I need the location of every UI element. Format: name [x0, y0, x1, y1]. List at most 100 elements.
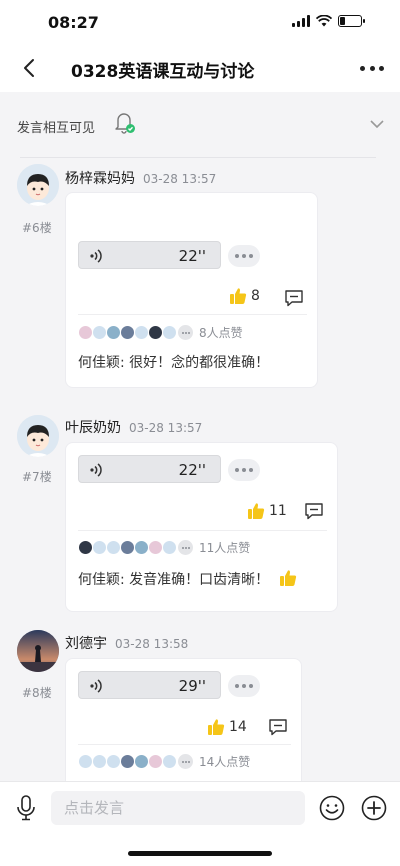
author-line: 叶辰奶奶 03-28 13:57	[65, 417, 202, 437]
liker-avatar	[106, 754, 121, 769]
likers-row[interactable]: 11人点赞	[78, 539, 250, 556]
like-count: 11	[269, 503, 287, 519]
liker-avatar	[162, 325, 177, 340]
likers-row[interactable]: 14人点赞	[78, 753, 250, 770]
author-name[interactable]: 刘德宇	[65, 636, 107, 652]
liker-avatar	[106, 540, 121, 555]
liker-avatar	[134, 325, 149, 340]
sound-wave-icon	[90, 679, 102, 693]
plus-circle-icon[interactable]	[361, 795, 387, 821]
like-button[interactable]: 11	[247, 502, 287, 520]
voice-message[interactable]: 29''	[78, 671, 221, 699]
status-time: 08:27	[48, 13, 99, 32]
reply-author[interactable]: 何佳颖:	[78, 355, 125, 371]
reply-author[interactable]: 何佳颖:	[78, 572, 125, 588]
liker-avatar	[134, 540, 149, 555]
liker-avatar	[106, 325, 121, 340]
visibility-bar: 发言相互可见	[0, 92, 400, 156]
more-likers-icon	[178, 325, 193, 340]
floor-number: #8楼	[22, 686, 52, 700]
voice-message[interactable]: 22''	[78, 241, 221, 269]
liker-avatar	[92, 325, 107, 340]
divider	[20, 157, 376, 158]
post-time: 03-28 13:57	[143, 172, 217, 186]
post-item: #8楼 刘德宇 03-28 13:58 29'' 14 14人点赞	[0, 626, 400, 798]
reply-text: 发音准确！口齿清晰！	[124, 572, 270, 588]
page-title: 0328英语课互动与讨论	[71, 62, 255, 82]
more-horizontal-icon[interactable]	[360, 58, 384, 78]
post-card: 29'' 14 14人点赞	[65, 658, 302, 798]
liker-avatar	[162, 540, 177, 555]
liker-avatar	[78, 540, 93, 555]
status-icons	[292, 15, 365, 27]
divider	[78, 530, 327, 531]
thumbs-up-icon	[248, 503, 265, 519]
sound-wave-icon	[90, 463, 102, 477]
liker-avatar	[120, 540, 135, 555]
post-time: 03-28 13:58	[115, 637, 189, 651]
author-line: 刘德宇 03-28 13:58	[65, 633, 188, 653]
like-button[interactable]: 8	[229, 287, 260, 305]
voice-more-button[interactable]	[228, 675, 260, 697]
wifi-icon	[316, 15, 332, 27]
author-name[interactable]: 叶辰奶奶	[65, 420, 121, 436]
voice-duration: 22''	[178, 461, 206, 479]
voice-more-button[interactable]	[228, 245, 260, 267]
voice-duration: 29''	[178, 677, 206, 695]
visibility-label: 发言相互可见	[17, 121, 96, 136]
post-item: #6楼 杨梓霖妈妈 03-28 13:57 22'' 8 8人点赞 何佳颖: 很…	[0, 160, 400, 390]
smiley-icon[interactable]	[319, 795, 345, 821]
liker-avatar	[162, 754, 177, 769]
voice-duration: 22''	[178, 247, 206, 265]
voice-message[interactable]: 22''	[78, 455, 221, 483]
comment-icon[interactable]	[268, 718, 288, 736]
likers-row[interactable]: 8人点赞	[78, 324, 243, 341]
liker-avatar	[134, 754, 149, 769]
thumbs-up-icon	[279, 570, 296, 586]
likers-count: 11人点赞	[199, 541, 251, 555]
likers-count: 8人点赞	[199, 326, 243, 340]
like-count: 14	[229, 719, 247, 735]
voice-more-button[interactable]	[228, 459, 260, 481]
thumbs-up-icon	[230, 288, 247, 304]
liker-avatar	[78, 325, 93, 340]
teacher-reply: 何佳颖: 发音准确！口齿清晰！ 👍	[78, 569, 298, 589]
post-item: #7楼 叶辰奶奶 03-28 13:57 22'' 11 11人点赞 何佳颖: …	[0, 410, 400, 612]
author-name[interactable]: 杨梓霖妈妈	[65, 171, 135, 187]
liker-avatar	[120, 325, 135, 340]
floor-number: #7楼	[22, 470, 52, 484]
chevron-down-icon[interactable]	[370, 117, 384, 131]
likers-count: 14人点赞	[199, 755, 251, 769]
post-card: 22'' 11 11人点赞 何佳颖: 发音准确！口齿清晰！	[65, 442, 338, 612]
more-likers-icon	[178, 540, 193, 555]
divider	[78, 314, 307, 315]
more-likers-icon	[178, 754, 193, 769]
nav-bar: 0328英语课互动与讨论	[0, 46, 400, 92]
author-line: 杨梓霖妈妈 03-28 13:57	[65, 168, 216, 188]
avatar[interactable]	[17, 415, 59, 457]
microphone-icon[interactable]	[16, 795, 36, 821]
status-bar: 08:27	[0, 0, 400, 46]
comment-icon[interactable]	[304, 502, 324, 520]
avatar[interactable]	[17, 630, 59, 672]
avatar[interactable]	[17, 164, 59, 206]
like-button[interactable]: 14	[207, 718, 247, 736]
like-count: 8	[251, 288, 260, 304]
bell-check-icon[interactable]	[112, 110, 136, 134]
liker-avatar	[78, 754, 93, 769]
chevron-left-icon[interactable]	[18, 56, 42, 80]
liker-avatar	[148, 540, 163, 555]
post-card: 22'' 8 8人点赞 何佳颖: 很好！念的都很准确！	[65, 192, 318, 388]
post-time: 03-28 13:57	[129, 421, 203, 435]
sound-wave-icon	[90, 249, 102, 263]
signal-icon	[292, 15, 310, 27]
comment-icon[interactable]	[284, 289, 304, 307]
home-indicator	[128, 851, 272, 856]
liker-avatar	[148, 754, 163, 769]
liker-avatar	[120, 754, 135, 769]
liker-avatar	[92, 754, 107, 769]
thumbs-up-icon	[208, 719, 225, 735]
teacher-reply: 何佳颖: 很好！念的都很准确！	[78, 352, 269, 372]
reply-text: 很好！念的都很准确！	[124, 355, 270, 371]
message-input[interactable]	[51, 791, 305, 825]
